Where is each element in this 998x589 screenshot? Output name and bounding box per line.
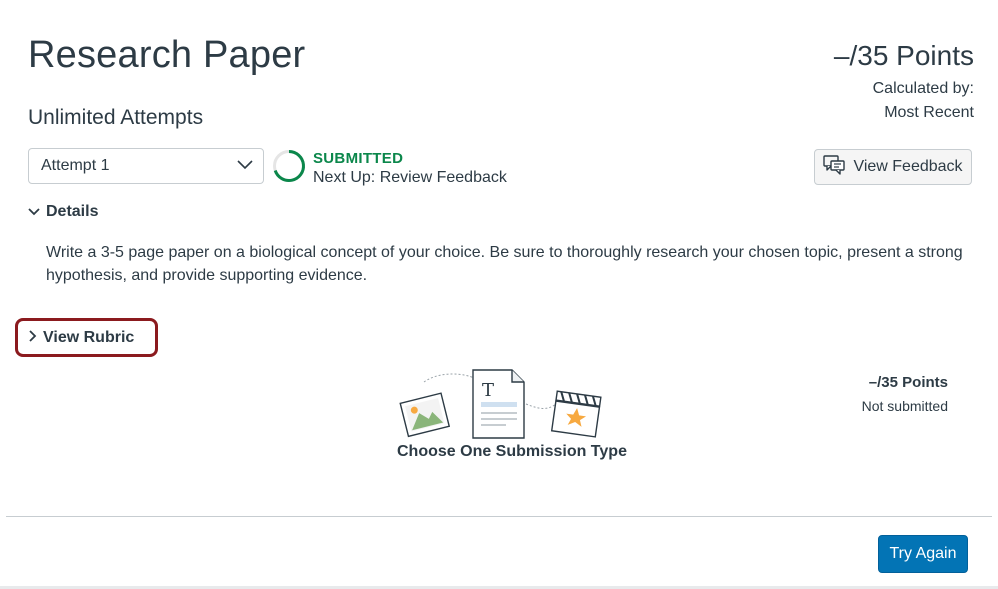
text-document-icon: T [472,369,525,439]
submission-points: –/35 Points [868,374,948,391]
feedback-comments-icon [823,154,846,180]
try-again-button[interactable]: Try Again [878,535,968,573]
assignment-description: Write a 3-5 page paper on a biological c… [46,244,963,284]
image-icon [399,392,451,438]
calculated-by-value: Most Recent [884,104,974,121]
footer-bar [0,517,998,589]
details-label: Details [46,203,99,220]
submission-types-illustration: T [399,369,602,439]
media-clapperboard-icon [550,390,602,438]
footer-divider [6,516,992,517]
choose-submission-type-label: Choose One Submission Type [397,443,627,460]
view-feedback-label: View Feedback [853,158,963,175]
status-next-up: Next Up: Review Feedback [313,169,507,186]
submitted-progress-icon [273,150,305,182]
chevron-right-icon [29,329,37,347]
view-rubric-label: View Rubric [43,328,135,346]
assignment-title: Research Paper [28,34,306,76]
assignment-points: –/35 Points [833,40,974,71]
attempts-label: Unlimited Attempts [28,106,204,129]
attempt-select[interactable]: Attempt 1 [28,148,264,184]
view-rubric-toggle[interactable]: View Rubric [15,318,158,357]
attempt-select-value: Attempt 1 [41,157,110,174]
calculated-by-label: Calculated by: [872,80,974,97]
submission-status: Not submitted [861,398,948,414]
details-toggle[interactable]: Details [28,203,98,221]
svg-text:T: T [482,380,494,401]
chevron-down-icon [237,157,253,175]
chevron-down-icon [28,203,40,221]
view-feedback-button[interactable]: View Feedback [814,149,972,185]
status-submitted: SUBMITTED [313,150,404,167]
